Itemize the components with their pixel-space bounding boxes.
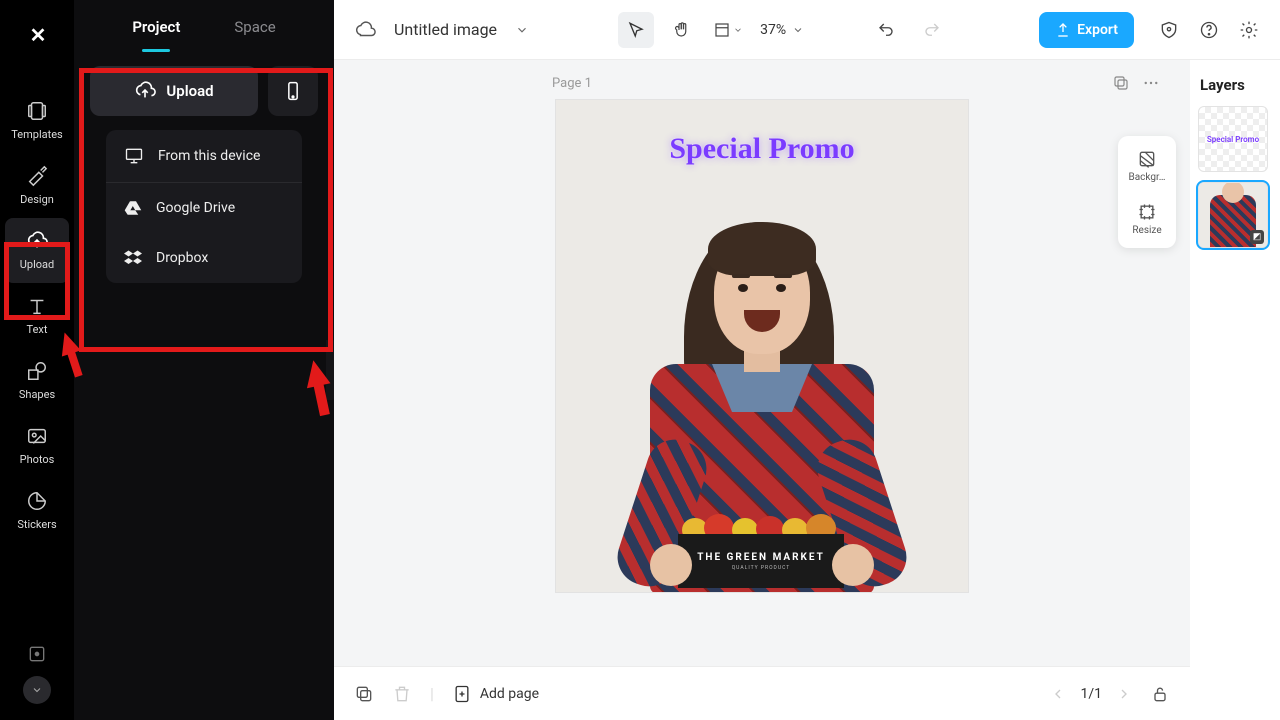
hand-tool[interactable] (664, 12, 700, 48)
design-icon (24, 163, 50, 189)
document-title[interactable]: Untitled image (394, 20, 497, 39)
crop-tool[interactable] (710, 12, 746, 48)
text-icon (24, 293, 50, 319)
dropbox-icon (124, 249, 142, 267)
lock-icon[interactable] (1150, 684, 1170, 704)
canvas-promo-text[interactable]: Special Promo (556, 132, 968, 166)
prev-page (1050, 686, 1066, 702)
menu-label: Dropbox (156, 250, 208, 266)
settings-icon[interactable] (1236, 17, 1262, 43)
shield-icon[interactable] (1156, 17, 1182, 43)
rail-photos[interactable]: Photos (5, 413, 69, 478)
panel: Project Space Upload From this device (74, 0, 334, 720)
title-dropdown[interactable] (515, 23, 529, 37)
help-icon[interactable] (1196, 17, 1222, 43)
menu-dropbox[interactable]: Dropbox (106, 233, 302, 283)
shapes-icon (24, 358, 50, 384)
pager: 1/1 (1050, 686, 1132, 702)
stickers-icon (24, 488, 50, 514)
redo-button[interactable] (914, 12, 950, 48)
cloud-upload-icon (134, 80, 156, 102)
upload-icon (24, 228, 50, 254)
logo-icon: ✕ (30, 23, 45, 47)
crate-sublabel: QUALITY PRODUCT (732, 565, 791, 571)
add-page-icon (452, 684, 472, 704)
canvas[interactable]: Special Promo (556, 100, 968, 592)
next-page (1116, 686, 1132, 702)
tab-space[interactable]: Space (234, 18, 275, 36)
rail-label: Photos (20, 453, 55, 466)
crate-label: THE GREEN MARKET (697, 552, 825, 563)
export-button[interactable]: Export (1039, 12, 1134, 48)
topbar: Untitled image 37% Export (334, 0, 1280, 60)
frame-icon[interactable] (27, 644, 47, 664)
photos-icon (24, 423, 50, 449)
collapse-rail[interactable] (23, 676, 51, 704)
annotation-arrow-2 (302, 358, 331, 388)
zoom-value: 37% (760, 22, 786, 38)
page-indicator: 1/1 (1080, 686, 1102, 702)
menu-google-drive[interactable]: Google Drive (106, 183, 302, 233)
add-page-label: Add page (480, 686, 539, 702)
menu-from-device[interactable]: From this device (106, 130, 302, 182)
workspace: Page 1 Special Promo (334, 60, 1190, 720)
duplicate-page-icon[interactable] (1112, 74, 1130, 92)
canvas-photo[interactable]: THE GREEN MARKET QUALITY PRODUCT (592, 192, 932, 592)
layer-thumb-image[interactable]: ◩ (1198, 182, 1268, 248)
rail-upload[interactable]: Upload (5, 218, 69, 283)
rail-label: Upload (20, 258, 54, 271)
export-label: Export (1077, 22, 1118, 38)
thumb-label: Special Promo (1207, 135, 1259, 144)
monitor-icon (124, 146, 144, 166)
rail-templates[interactable]: Templates (5, 88, 69, 153)
bottombar: | Add page 1/1 (334, 666, 1190, 720)
canvas-float-tools: Backgr… Resize (1118, 136, 1176, 248)
left-rail: ✕ Templates Design Upload Text Shapes Ph… (0, 0, 74, 720)
add-page-button[interactable]: Add page (452, 684, 539, 704)
templates-icon (24, 98, 50, 124)
rail-stickers[interactable]: Stickers (5, 478, 69, 543)
upload-phone-button[interactable] (268, 66, 318, 116)
layers-panel: Layers Special Promo ◩ (1190, 60, 1280, 720)
select-tool[interactable] (618, 12, 654, 48)
layers-title: Layers (1198, 72, 1272, 96)
rail-design[interactable]: Design (5, 153, 69, 218)
page-more-icon[interactable] (1142, 74, 1160, 92)
rail-label: Templates (11, 128, 62, 141)
rail-label: Shapes (19, 388, 55, 401)
phone-icon (283, 78, 303, 104)
background-tool[interactable]: Backgr… (1129, 144, 1166, 187)
resize-tool[interactable]: Resize (1132, 197, 1161, 240)
rail-label: Design (20, 193, 54, 206)
upload-label: Upload (166, 82, 213, 100)
editor: Untitled image 37% Export (334, 0, 1280, 720)
upload-source-menu: From this device Google Drive Dropbox (106, 130, 302, 283)
app-logo[interactable]: ✕ (18, 16, 56, 54)
upload-button[interactable]: Upload (90, 66, 258, 116)
menu-label: Google Drive (156, 200, 235, 216)
delete-icon (392, 684, 412, 704)
rail-shapes[interactable]: Shapes (5, 348, 69, 413)
layer-thumb-text[interactable]: Special Promo (1198, 106, 1268, 172)
rail-label: Text (27, 323, 48, 336)
undo-button[interactable] (868, 12, 904, 48)
zoom-level[interactable]: 37% (756, 22, 808, 38)
tab-project[interactable]: Project (132, 18, 180, 36)
panel-tabs: Project Space (74, 0, 334, 54)
page-label: Page 1 (552, 76, 592, 91)
thumb-badge-icon: ◩ (1250, 230, 1264, 244)
resize-icon (1136, 201, 1158, 223)
export-icon (1055, 22, 1071, 38)
float-label: Resize (1132, 225, 1161, 236)
menu-label: From this device (158, 148, 260, 164)
gdrive-icon (124, 199, 142, 217)
background-icon (1136, 148, 1158, 170)
cloud-status-icon[interactable] (352, 17, 378, 43)
duplicate-icon[interactable] (354, 684, 374, 704)
float-label: Backgr… (1129, 172, 1166, 183)
rail-label: Stickers (17, 518, 56, 531)
